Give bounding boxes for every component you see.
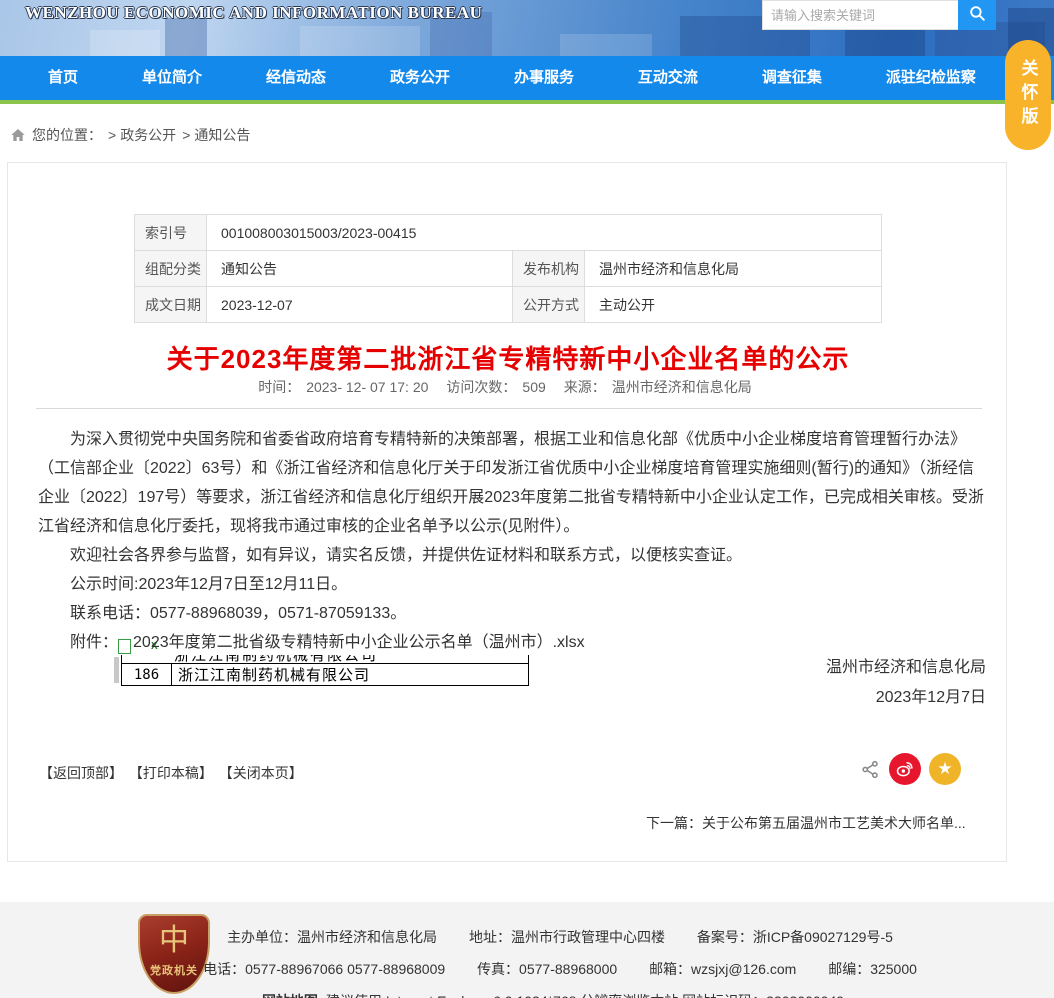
preview-table: 186 浙江江南制药机械有限公司 [121,663,529,686]
source-value: 温州市经济和信息化局 [612,379,752,395]
back-to-top-button[interactable]: 【返回顶部】 [39,765,123,781]
source-label: 来源： [564,379,606,395]
meta-date-label: 成文日期 [135,287,207,323]
visits-value: 509 [522,379,545,395]
breadcrumb-label: 您的位置： [32,125,102,145]
article-body: 为深入贯彻党中央国务院和省委省政府培育专精特新的决策部署，根据工业和信息化部《优… [38,425,986,657]
building-shape [165,18,207,56]
nav-item-survey[interactable]: 调查征集 [762,56,822,100]
site-title: WENZHOU ECONOMIC AND INFORMATION BUREAU [25,3,482,23]
paragraph: 为深入贯彻党中央国务院和省委省政府培育专精特新的决策部署，根据工业和信息化部《优… [38,425,986,541]
home-icon [10,127,26,143]
search-input[interactable] [762,0,958,30]
attachment-preview: 浙江江南制药机械有限公司 186 浙江江南制药机械有限公司 [115,655,529,686]
footer-address: 地址：温州市行政管理中心四楼 [469,929,665,945]
article-actions: 【返回顶部】 【打印本稿】 【关闭本页】 [39,763,305,783]
meta-category-label: 组配分类 [135,251,207,287]
breadcrumb-item-notices[interactable]: 通知公告 [194,125,250,145]
article-signature: 温州市经济和信息化局 2023年12月7日 [598,653,986,713]
preview-clipped-row: 浙江江南制药机械有限公司 [121,655,529,663]
share-bar: ★ [860,753,969,785]
paragraph: 联系电话：0577-88968039，0571-87059133。 [38,599,986,628]
print-button[interactable]: 【打印本稿】 [129,765,213,781]
preview-row-number: 186 [122,664,172,686]
nav-item-discipline[interactable]: 派驻纪检监察 [886,56,976,100]
site-header: WENZHOU ECONOMIC AND INFORMATION BUREAU … [0,0,1054,104]
table-row: 索引号 001008003015003/2023-00415 [135,215,882,251]
nav-item-services[interactable]: 办事服务 [514,56,574,100]
search-button[interactable] [958,0,996,30]
footer-browser-advice: 建议使用 Internet Explorer 6.0 1024*768 分辨率浏… [326,993,844,998]
building-shape [300,26,420,56]
time-label: 时间： [258,379,300,395]
care-mode-badge[interactable]: 关怀版 [1005,40,1051,150]
meta-publisher-label: 发布机构 [513,251,585,287]
search-icon [968,4,987,26]
meta-publisher-value: 温州市经济和信息化局 [585,251,882,287]
main-nav: 首页 单位简介 经信动态 政务公开 办事服务 互动交流 调查征集 派驻纪检监察 [0,56,1054,100]
signature-org: 温州市经济和信息化局 [598,653,986,683]
time-value: 2023- 12- 07 17: 20 [306,379,428,395]
weibo-share-icon[interactable] [889,753,921,785]
signature-date: 2023年12月7日 [598,683,986,713]
footer-phone: 电话：0577-88967066 0577-88968009 [203,961,445,977]
meta-date-value: 2023-12-07 [207,287,513,323]
excel-file-icon [118,639,131,654]
paragraph: 欢迎社会各界参与监督，如有异议，请实名反馈，并提供佐证材料和联系方式，以便核实查… [38,541,986,570]
article-card: 索引号 001008003015003/2023-00415 组配分类 通知公告… [7,162,1007,862]
nav-accent-strip [0,100,1054,104]
page-title: 关于2023年度第二批浙江省专精特新中小企业名单的公示 [38,339,978,376]
preview-scrollbar [114,657,119,683]
attachment-link[interactable]: 2023年度第二批省级专精特新中小企业公示名单（温州市）.xlsx [133,634,585,651]
footer-sponsor: 主办单位：温州市经济和信息化局 [227,929,437,945]
footer-info: 主办单位：温州市经济和信息化局 地址：温州市行政管理中心四楼 备案号：浙ICP备… [160,902,960,998]
nav-item-interaction[interactable]: 互动交流 [638,56,698,100]
page: WENZHOU ECONOMIC AND INFORMATION BUREAU … [0,0,1054,998]
meta-method-label: 公开方式 [513,287,585,323]
search-bar [762,0,996,30]
building-shape [560,34,652,56]
attachment-label: 附件： [70,634,118,651]
footer-line-3: 网站地图 建议使用 Internet Explorer 6.0 1024*768… [160,979,960,998]
article-meta-line: 时间： 2023- 12- 07 17: 20 访问次数： 509 来源： 温州市经济和信… [8,377,1008,397]
breadcrumb-item-gov-info[interactable]: 政务公开 [120,125,176,145]
breadcrumb-separator: > [108,127,116,143]
breadcrumb: 您的位置： > 政务公开 > 通知公告 [10,125,250,145]
footer-email: 邮箱：wzsjxj@126.com [649,961,796,977]
doc-meta-table: 索引号 001008003015003/2023-00415 组配分类 通知公告… [134,214,882,323]
nav-item-gov-info[interactable]: 政务公开 [390,56,450,100]
footer-line-2: 电话：0577-88967066 0577-88968009 传真：0577-8… [160,947,960,979]
meta-method-value: 主动公开 [585,287,882,323]
table-row: 成文日期 2023-12-07 公开方式 主动公开 [135,287,882,323]
nav-item-news[interactable]: 经信动态 [266,56,326,100]
footer-zip: 邮编：325000 [828,961,917,977]
next-article-link[interactable]: 下一篇：关于公布第五届温州市工艺美术大师名单... [646,813,966,833]
close-page-button[interactable]: 【关闭本页】 [219,765,303,781]
sitemap-link[interactable]: 网站地图 [262,993,318,998]
meta-index-value: 001008003015003/2023-00415 [207,215,882,251]
site-footer: 党政机关 主办单位：温州市经济和信息化局 地址：温州市行政管理中心四楼 备案号：… [0,902,1054,998]
footer-icp: 备案号：浙ICP备09027129号-5 [697,929,893,945]
visits-label: 访问次数： [446,379,516,395]
footer-line-1: 主办单位：温州市经济和信息化局 地址：温州市行政管理中心四楼 备案号：浙ICP备… [160,902,960,947]
paragraph: 公示时间:2023年12月7日至12月11日。 [38,570,986,599]
preview-company-name: 浙江江南制药机械有限公司 [172,664,529,686]
nav-item-about[interactable]: 单位简介 [142,56,202,100]
meta-category-value: 通知公告 [207,251,513,287]
footer-fax: 传真：0577-88968000 [477,961,617,977]
nav-item-home[interactable]: 首页 [48,56,78,100]
qzone-favorite-icon[interactable]: ★ [929,753,961,785]
table-row: 组配分类 通知公告 发布机构 温州市经济和信息化局 [135,251,882,287]
breadcrumb-separator: > [182,127,190,143]
divider [36,408,982,409]
table-row: 186 浙江江南制药机械有限公司 [122,664,529,686]
share-icon[interactable] [860,759,881,780]
meta-index-label: 索引号 [135,215,207,251]
building-shape [90,30,160,56]
